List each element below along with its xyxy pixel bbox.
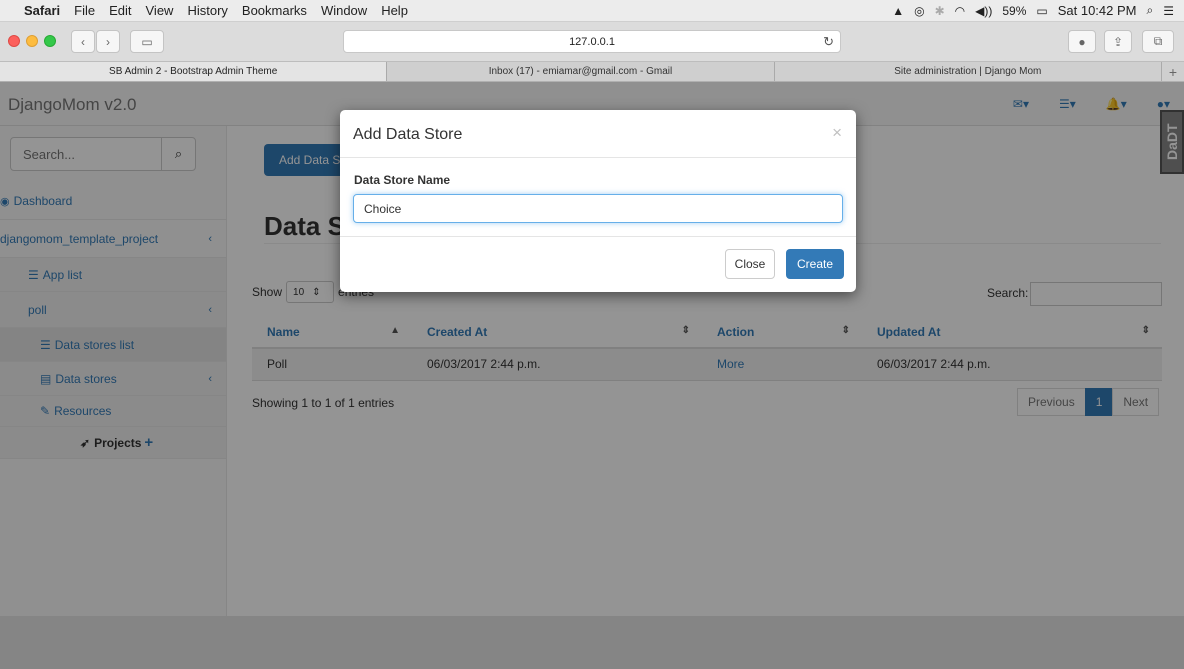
battery-icon[interactable]: ▭ (1036, 4, 1047, 18)
menu-view[interactable]: View (146, 3, 174, 18)
data-store-name-label: Data Store Name (354, 173, 451, 187)
clock[interactable]: Sat 10:42 PM (1058, 3, 1137, 18)
macos-menubar: Safari File Edit View History Bookmarks … (0, 0, 1184, 22)
menu-history[interactable]: History (187, 3, 227, 18)
download-button[interactable]: ● (1068, 30, 1096, 53)
add-data-store-modal: Add Data Store × Data Store Name Close C… (340, 110, 856, 292)
share-button[interactable]: ⇪ (1104, 30, 1132, 53)
new-tab-button[interactable]: + (1161, 62, 1184, 81)
volume-icon[interactable]: ◀)) (975, 4, 992, 18)
notification-center-icon[interactable]: ☰ (1163, 4, 1174, 18)
tab-django-admin[interactable]: Site administration | Django Mom (774, 62, 1162, 81)
menu-edit[interactable]: Edit (109, 3, 131, 18)
address-bar[interactable]: 127.0.0.1 ↻ (343, 30, 841, 53)
close-icon[interactable]: × (832, 123, 842, 143)
modal-title: Add Data Store (353, 126, 463, 143)
forward-button[interactable]: › (96, 30, 120, 53)
menu-app[interactable]: Safari (24, 3, 60, 18)
drive-icon[interactable]: ▲ (892, 4, 904, 18)
sidebar-toggle-button[interactable]: ▭ (130, 30, 164, 53)
zoom-window-button[interactable] (44, 35, 56, 47)
bluetooth-icon[interactable]: ✱ (935, 4, 945, 18)
modal-footer-divider (340, 236, 856, 237)
menu-window[interactable]: Window (321, 3, 367, 18)
browser-toolbar: ‹ › ▭ 127.0.0.1 ↻ ● ⇪ ⧉ (0, 22, 1184, 62)
status-area: ▲ ◎ ✱ ◠ ◀)) 59% ▭ Sat 10:42 PM ⌕ ☰ (892, 3, 1174, 18)
tabs-overview-button[interactable]: ⧉ (1142, 30, 1174, 53)
reload-icon[interactable]: ↻ (823, 34, 834, 50)
menu-help[interactable]: Help (381, 3, 408, 18)
battery-percent[interactable]: 59% (1002, 4, 1026, 18)
menu-bookmarks[interactable]: Bookmarks (242, 3, 307, 18)
minimize-window-button[interactable] (26, 35, 38, 47)
close-window-button[interactable] (8, 35, 20, 47)
menu-file[interactable]: File (74, 3, 95, 18)
close-button[interactable]: Close (725, 249, 775, 279)
check-icon[interactable]: ◎ (914, 4, 924, 18)
tab-gmail[interactable]: Inbox (17) - emiamar@gmail.com - Gmail (387, 62, 775, 81)
url-text: 127.0.0.1 (569, 35, 615, 48)
wifi-icon[interactable]: ◠ (955, 4, 965, 18)
window-controls (8, 35, 56, 47)
create-button[interactable]: Create (786, 249, 844, 279)
tab-bar: SB Admin 2 - Bootstrap Admin Theme Inbox… (0, 62, 1184, 82)
spotlight-icon[interactable]: ⌕ (1147, 3, 1154, 18)
modal-header: Add Data Store × (340, 110, 856, 158)
data-store-name-input[interactable] (354, 195, 842, 222)
data-store-name-field (353, 194, 843, 223)
tab-sb-admin[interactable]: SB Admin 2 - Bootstrap Admin Theme (0, 62, 388, 81)
back-button[interactable]: ‹ (71, 30, 95, 53)
